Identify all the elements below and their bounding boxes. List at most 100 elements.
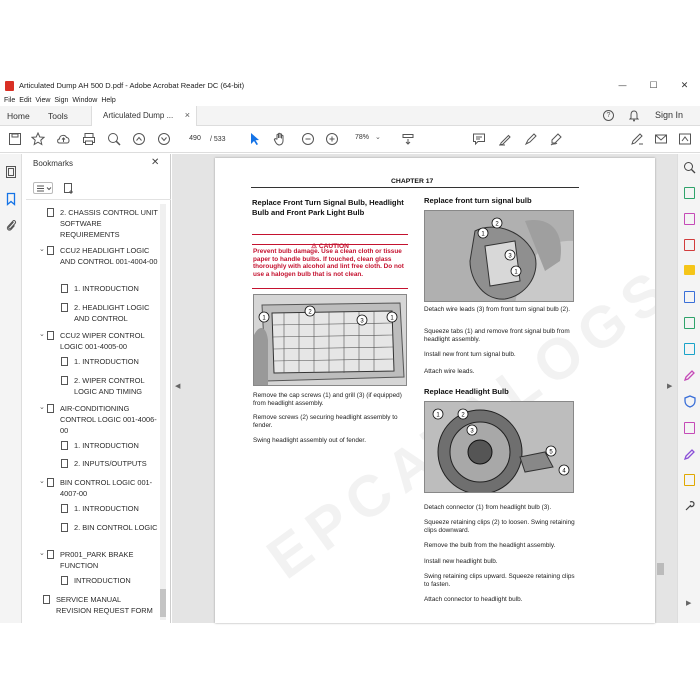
menu-window[interactable]: Window	[72, 97, 97, 104]
bookmark-icon	[61, 576, 68, 585]
bookmark-label: AIR-CONDITIONING CONTROL LOGIC 001-4006-…	[60, 404, 157, 436]
comment-icon[interactable]	[472, 132, 486, 146]
page-number-input[interactable]: 490	[184, 133, 206, 145]
tab-tools[interactable]: Tools	[48, 111, 68, 121]
draw-icon[interactable]	[524, 132, 538, 146]
bookmark-item[interactable]: AIR-CONDITIONING CONTROL LOGIC 001-4006-…	[47, 403, 158, 437]
help-icon[interactable]: ?	[603, 110, 614, 121]
more-tools-icon[interactable]	[678, 132, 692, 146]
menu-view[interactable]: View	[35, 97, 50, 104]
bookmark-item[interactable]: 1. INTRODUCTION	[61, 503, 158, 514]
fit-page-icon[interactable]	[401, 132, 415, 146]
bookmark-label: 1. INTRODUCTION	[74, 357, 139, 366]
page-thumbnails-icon[interactable]	[5, 165, 17, 179]
minimize-button[interactable]: —	[607, 76, 638, 95]
send-for-review-icon[interactable]	[684, 474, 695, 486]
tab-home[interactable]: Home	[7, 111, 30, 121]
zoom-dropdown[interactable]: 78% ⌄	[349, 133, 382, 145]
bookmark-options-button[interactable]	[33, 182, 53, 194]
bookmark-item[interactable]: 1. INTRODUCTION	[61, 283, 158, 294]
bookmarks-scrollbar[interactable]	[160, 204, 166, 620]
collapse-left-arrow-icon[interactable]: ◀	[175, 382, 180, 390]
add-bookmark-icon[interactable]	[63, 182, 75, 195]
menu-edit[interactable]: Edit	[19, 97, 31, 104]
bookmark-item[interactable]: 1. INTRODUCTION	[61, 356, 158, 367]
document-scroll-thumb[interactable]	[657, 563, 664, 575]
bookmarks-panel-icon[interactable]	[6, 192, 16, 206]
tab-document-label: Articulated Dump ...	[103, 111, 174, 120]
search-tools-icon[interactable]	[683, 161, 696, 174]
collapse-right-arrow-icon[interactable]: ▶	[667, 382, 672, 390]
bookmark-item[interactable]: BIN CONTROL LOGIC 001-4007-00	[47, 477, 158, 499]
scan-ocr-icon[interactable]	[684, 343, 695, 355]
menu-help[interactable]: Help	[101, 97, 115, 104]
tab-document[interactable]: Articulated Dump ... ×	[91, 106, 197, 126]
upload-cloud-icon[interactable]	[56, 132, 71, 146]
save-icon[interactable]	[8, 132, 22, 146]
turn-signal-photo: 1 2 3 1	[424, 210, 574, 302]
bookmark-label: INTRODUCTION	[74, 576, 131, 585]
left-rail	[0, 154, 22, 623]
bookmark-item[interactable]: 2. HEADLIGHT LOGIC AND CONTROL	[61, 302, 158, 324]
bookmarks-scroll-thumb[interactable]	[160, 589, 166, 617]
fill-sign-tool-icon[interactable]	[684, 369, 696, 381]
bookmark-item[interactable]: CCU2 WIPER CONTROL LOGIC 001-4005-00	[47, 330, 158, 352]
zoom-search-icon[interactable]	[107, 132, 121, 146]
bookmark-item[interactable]: 1. INTRODUCTION	[61, 440, 158, 451]
bookmark-star-icon[interactable]	[31, 132, 45, 146]
page-up-icon[interactable]	[132, 132, 146, 146]
organize-pages-icon[interactable]	[684, 317, 695, 329]
print-icon[interactable]	[82, 132, 96, 146]
bookmark-item[interactable]: 2. INPUTS/OUTPUTS	[61, 458, 158, 469]
menu-file[interactable]: File	[4, 97, 15, 104]
create-pdf-icon[interactable]	[684, 213, 695, 225]
bookmark-item[interactable]: INTRODUCTION	[61, 575, 158, 586]
pdf-page: EPCATALOGS.COM CHAPTER 17 Replace Front …	[215, 158, 655, 623]
combine-files-icon[interactable]	[684, 291, 695, 303]
bookmark-item[interactable]: PR001_PARK BRAKE FUNCTION	[47, 549, 158, 571]
bookmark-item[interactable]: CCU2 HEADLIGHT LOGIC AND CONTROL 001-400…	[47, 245, 158, 267]
comment-tool-icon[interactable]	[684, 265, 695, 275]
chevron-down-icon[interactable]: ⌄	[39, 245, 45, 253]
zoom-out-icon[interactable]	[301, 132, 315, 146]
bookmark-item[interactable]: 2. BIN CONTROL LOGIC	[61, 522, 158, 533]
document-scrollbar[interactable]	[656, 158, 665, 622]
attachments-paperclip-icon[interactable]	[5, 218, 17, 232]
chevron-down-icon[interactable]: ⌄	[39, 549, 45, 557]
close-window-button[interactable]: ✕	[669, 76, 700, 95]
hand-pan-icon[interactable]	[273, 132, 287, 146]
bookmark-item[interactable]: 2. CHASSIS CONTROL UNIT SOFTWARE REQUIRE…	[47, 207, 158, 241]
menu-sign[interactable]: Sign	[54, 97, 68, 104]
page-down-icon[interactable]	[157, 132, 171, 146]
bookmark-icon	[61, 441, 68, 450]
expand-arrow-icon[interactable]: ▶	[686, 599, 691, 607]
fill-sign-icon[interactable]	[549, 132, 563, 146]
tab-close-icon[interactable]: ×	[185, 110, 190, 120]
bookmark-label: 2. WIPER CONTROL LOGIC AND TIMING	[74, 376, 145, 397]
right-heading-2: Replace Headlight Bulb	[424, 387, 509, 396]
list-options-icon	[37, 185, 52, 192]
bookmark-item[interactable]: 2. WIPER CONTROL LOGIC AND TIMING	[61, 375, 158, 397]
export-pdf-icon[interactable]	[684, 187, 695, 199]
chevron-down-icon[interactable]: ⌄	[39, 403, 45, 411]
protect-shield-icon[interactable]	[684, 395, 696, 408]
share-edit-icon[interactable]	[630, 132, 644, 146]
customize-tools-icon[interactable]	[684, 500, 696, 512]
bell-icon[interactable]	[629, 110, 639, 122]
chapter-rule	[251, 187, 579, 188]
bookmark-item[interactable]: SERVICE MANUAL REVISION REQUEST FORM	[43, 594, 158, 616]
chevron-down-icon[interactable]: ⌄	[39, 330, 45, 338]
edit-pdf-icon[interactable]	[684, 239, 695, 251]
select-cursor-icon[interactable]	[249, 132, 261, 146]
zoom-in-icon[interactable]	[325, 132, 339, 146]
maximize-button[interactable]: ☐	[638, 76, 669, 95]
chevron-down-icon[interactable]: ⌄	[39, 477, 45, 485]
more-tools-doc-icon[interactable]	[684, 422, 695, 434]
sign-in-link[interactable]: Sign In	[655, 110, 683, 120]
close-bookmarks-icon[interactable]: ✕	[151, 157, 159, 168]
highlight-pen-icon[interactable]	[498, 132, 512, 146]
email-icon[interactable]	[654, 132, 668, 146]
right-step-1-3: Install new front turn signal bulb.	[424, 351, 516, 358]
bookmark-icon	[61, 303, 68, 312]
signature-icon[interactable]	[684, 448, 696, 460]
